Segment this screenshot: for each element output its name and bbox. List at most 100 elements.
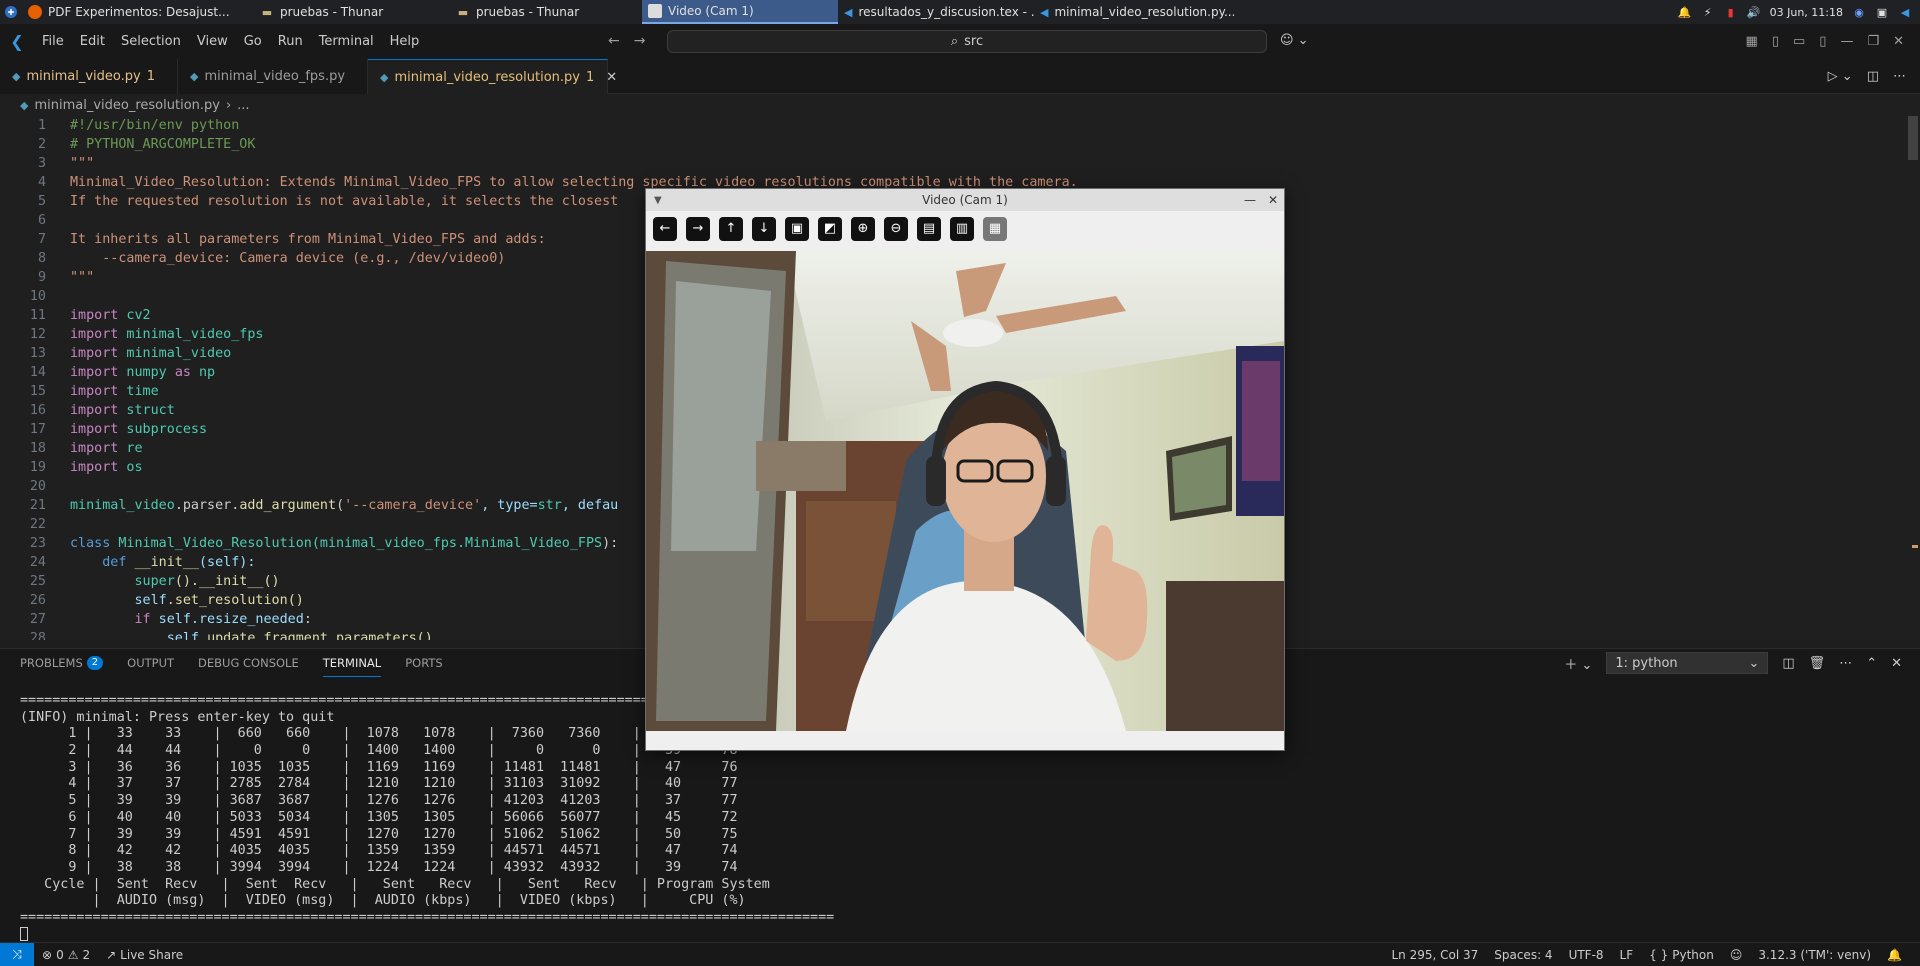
firefox-icon — [28, 5, 42, 19]
toggle-panel-icon[interactable]: ▭ — [1793, 34, 1805, 49]
line-number: 3 — [37, 156, 46, 171]
module-name: numpy — [118, 365, 175, 380]
problems-badge: 2 — [86, 656, 104, 670]
restore-window-icon[interactable]: ❐ — [1867, 34, 1879, 49]
taskbar-task-video-cam[interactable]: Video (Cam 1) — [642, 0, 838, 24]
toggle-sidebar-icon[interactable]: ▯ — [1772, 34, 1779, 49]
tab-minimal-video[interactable]: ◆ minimal_video.py 1 — [0, 59, 178, 94]
language-mode[interactable]: { } Python — [1641, 948, 1722, 962]
microphone-muted-icon[interactable]: ▮ — [1724, 5, 1738, 19]
menu-edit[interactable]: Edit — [72, 24, 113, 59]
error-count: 0 — [56, 947, 64, 962]
command-center-search[interactable]: ⌕ src — [667, 30, 1267, 53]
close-icon[interactable]: ✕ — [1268, 193, 1278, 207]
indentation[interactable]: Spaces: 4 — [1486, 948, 1560, 962]
end-of-line[interactable]: LF — [1612, 948, 1642, 962]
menu-file[interactable]: File — [34, 24, 72, 59]
close-panel-icon[interactable]: ✕ — [1891, 656, 1902, 671]
tab-problems[interactable]: PROBLEMS 2 — [20, 649, 104, 677]
terminal-selector[interactable]: 1: python ⌄ — [1606, 652, 1769, 674]
keyword: import — [70, 403, 119, 418]
remote-indicator-icon[interactable]: ⤨ — [0, 942, 34, 966]
terminal-tray-icon[interactable]: ▣ — [1875, 5, 1889, 19]
arrow-down-icon[interactable]: ↓ — [752, 216, 776, 241]
window-menu-icon[interactable]: ▼ — [654, 195, 662, 206]
taskbar-task-thunar-1[interactable]: ▬ pruebas - Thunar — [254, 0, 450, 24]
minimize-icon[interactable]: — — [1244, 193, 1256, 207]
notification-bell-icon[interactable]: 🔔 — [1678, 5, 1692, 19]
editor-scrollbar[interactable] — [1908, 116, 1918, 160]
save-icon[interactable]: ▤ — [917, 216, 941, 241]
menu-terminal[interactable]: Terminal — [311, 24, 382, 59]
split-editor-icon[interactable]: ◫ — [1867, 69, 1879, 84]
menu-view[interactable]: View — [189, 24, 236, 59]
tab-output[interactable]: OUTPUT — [127, 649, 174, 677]
new-terminal-icon[interactable]: ＋ ⌄ — [1564, 654, 1592, 673]
encoding[interactable]: UTF-8 — [1561, 948, 1612, 962]
customize-layout-icon[interactable]: ▦ — [1746, 34, 1758, 49]
volume-icon[interactable]: 🔊 — [1747, 5, 1761, 19]
zoom-in-icon[interactable]: ⊕ — [851, 216, 875, 241]
arrow-left-icon[interactable]: ← — [653, 216, 677, 241]
maximize-panel-icon[interactable]: ⌃ — [1866, 656, 1877, 671]
live-share-button[interactable]: ↗ Live Share — [98, 948, 191, 962]
video-window-titlebar[interactable]: ▼ Video (Cam 1) — ✕ — [646, 189, 1284, 211]
code-token: self. — [150, 612, 199, 627]
vscode-tray-icon[interactable]: ◀ — [1898, 5, 1912, 19]
code-text: It inherits all parameters from Minimal_… — [70, 232, 546, 247]
menu-go[interactable]: Go — [236, 24, 270, 59]
more-actions-icon[interactable]: ⋯ — [1839, 656, 1852, 671]
cursor-position[interactable]: Ln 295, Col 37 — [1383, 948, 1486, 962]
code-token: minimal_video — [70, 498, 175, 513]
taskbar-task-firefox[interactable]: PDF Experimentos: Desajust... — [22, 0, 254, 24]
tab-debug-console[interactable]: DEBUG CONSOLE — [198, 649, 299, 677]
tab-minimal-video-fps[interactable]: ◆ minimal_video_fps.py — [178, 59, 368, 94]
code-token: __init__ — [199, 574, 264, 589]
taskbar-task-vscode-tex[interactable]: ◀ resultados_y_discusion.tex - ... — [838, 0, 1034, 24]
tab-terminal[interactable]: TERMINAL — [322, 649, 382, 677]
notifications-bell-icon[interactable]: 🔔 — [1879, 948, 1910, 962]
taskbar-task-vscode-resolution[interactable]: ◀ minimal_video_resolution.py... — [1034, 0, 1234, 24]
network-icon[interactable]: ◉ — [1852, 5, 1866, 19]
copilot-icon[interactable]: ☺ ⌄ — [1280, 33, 1309, 48]
close-tab-icon[interactable]: ✕ — [606, 70, 617, 85]
properties-icon[interactable]: ▦ — [983, 216, 1007, 241]
kill-terminal-icon[interactable]: 🗑 — [1809, 656, 1826, 671]
forward-arrow-icon[interactable]: → — [634, 33, 646, 49]
arrow-up-icon[interactable]: ↑ — [719, 216, 743, 241]
taskbar-task-thunar-2[interactable]: ▬ pruebas - Thunar — [450, 0, 642, 24]
python-interpreter[interactable]: 3.12.3 ('TM': venv) — [1750, 948, 1879, 962]
toggle-secondary-sidebar-icon[interactable]: ▯ — [1819, 34, 1826, 49]
line-number: 6 — [37, 213, 46, 228]
breadcrumb-file[interactable]: minimal_video_resolution.py — [34, 98, 220, 113]
split-terminal-icon[interactable]: ◫ — [1782, 656, 1794, 671]
more-actions-icon[interactable]: ⋯ — [1893, 69, 1906, 84]
zoom-out-icon[interactable]: ⊖ — [884, 216, 908, 241]
line-number: 25 — [29, 574, 46, 589]
problems-status[interactable]: ⊗ 0 ⚠ 2 — [34, 948, 98, 962]
image-icon[interactable]: ▣ — [785, 216, 809, 241]
code-token: (minimal_video_fps. — [311, 536, 466, 551]
tab-ports[interactable]: PORTS — [405, 649, 442, 677]
run-python-icon[interactable]: ▷ ⌄ — [1828, 69, 1853, 84]
clock[interactable]: 03 Jun, 11:18 — [1770, 6, 1843, 19]
module-name: minimal_video — [118, 346, 232, 361]
menu-help[interactable]: Help — [382, 24, 428, 59]
clipboard-icon[interactable]: ▥ — [950, 216, 974, 241]
power-icon[interactable]: ⚡ — [1701, 5, 1715, 19]
image-settings-icon[interactable]: ◩ — [818, 216, 842, 241]
menu-run[interactable]: Run — [270, 24, 311, 59]
keyword: import — [70, 460, 119, 475]
code-token: . — [199, 631, 208, 640]
tab-minimal-video-resolution[interactable]: ◆ minimal_video_resolution.py 1 ✕ — [368, 59, 617, 94]
vscode-icon: ◀ — [1040, 5, 1049, 19]
minimize-window-icon[interactable]: — — [1840, 34, 1853, 49]
close-window-icon[interactable]: ✕ — [1893, 34, 1904, 49]
back-arrow-icon[interactable]: ← — [608, 33, 620, 49]
code-token: update_fragment_parameters — [207, 631, 417, 640]
copilot-status-icon[interactable]: ☺ — [1722, 948, 1751, 962]
menu-selection[interactable]: Selection — [113, 24, 189, 59]
arrow-right-icon[interactable]: → — [686, 216, 710, 241]
start-menu-icon[interactable] — [0, 0, 22, 24]
breadcrumb-symbol[interactable]: ... — [237, 98, 249, 113]
